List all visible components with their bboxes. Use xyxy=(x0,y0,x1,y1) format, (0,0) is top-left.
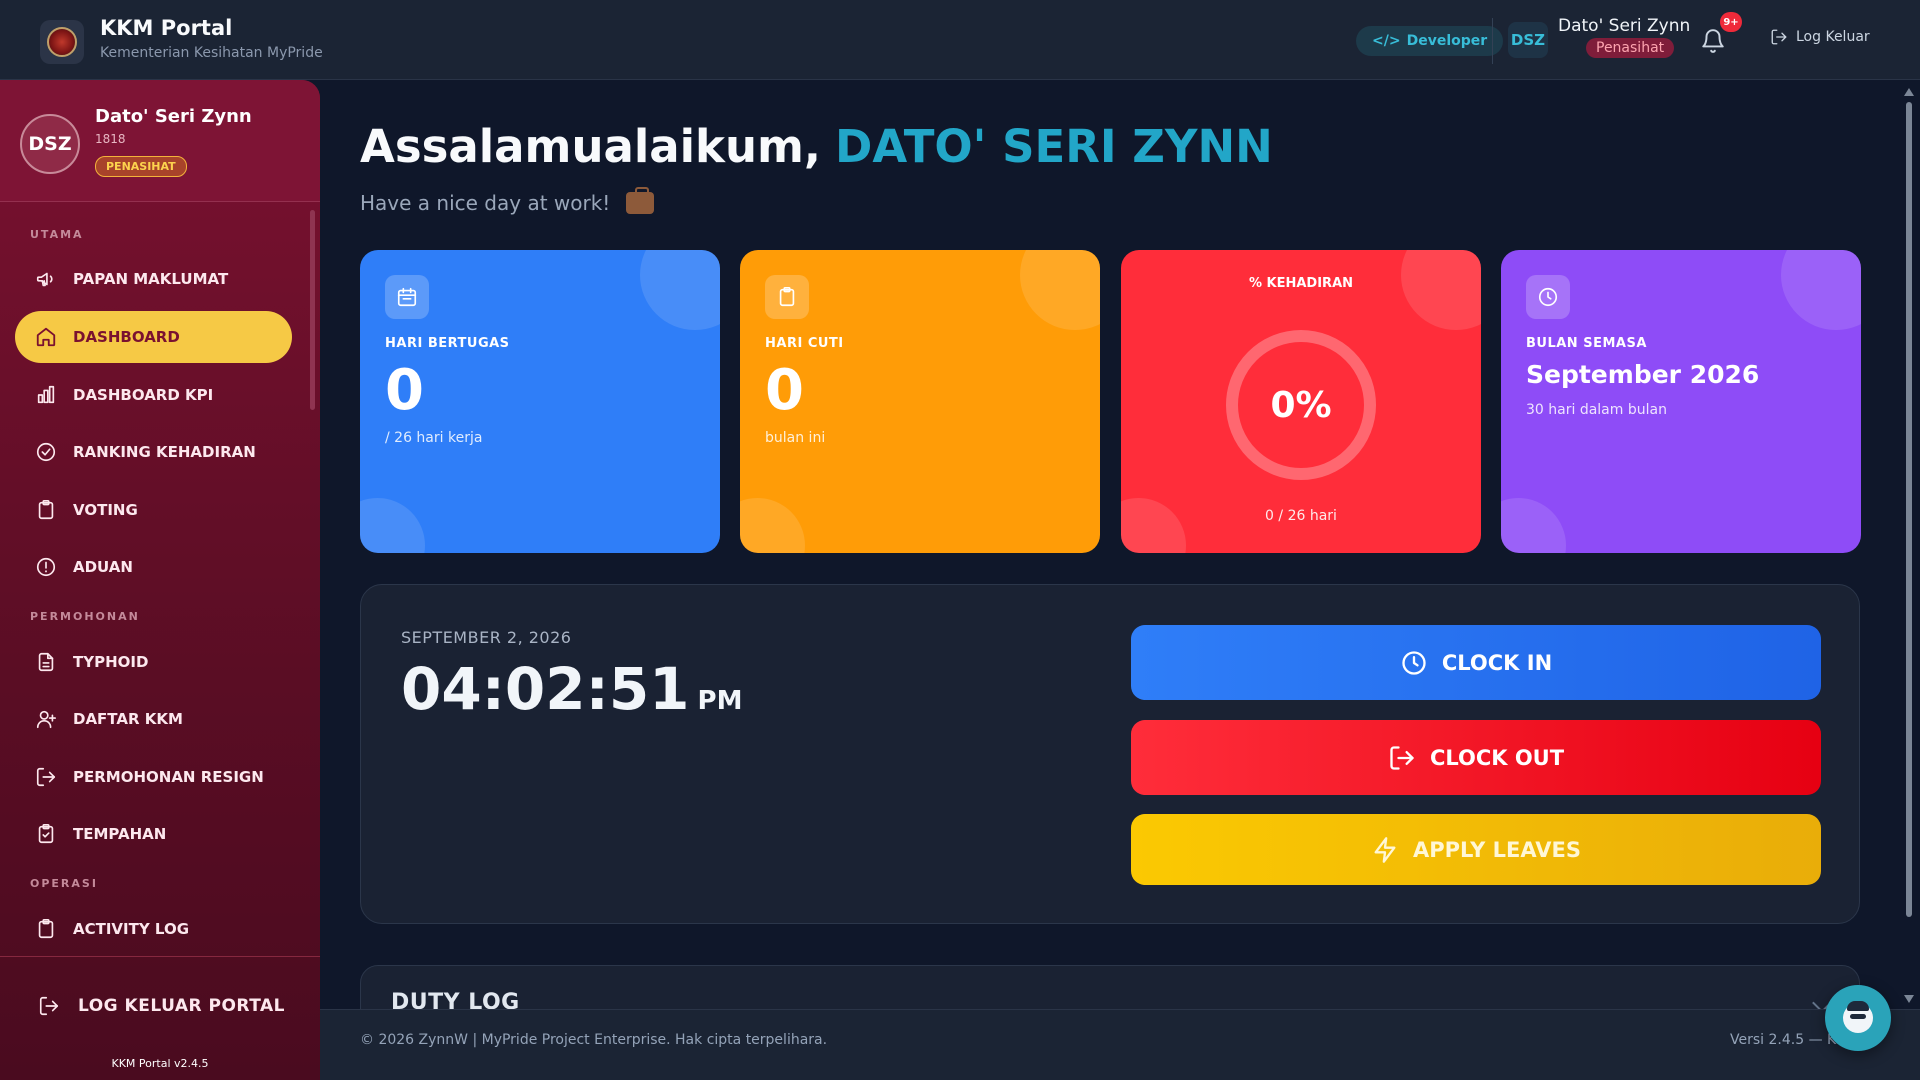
megaphone-icon xyxy=(36,272,53,287)
profile-avatar: DSZ xyxy=(20,114,80,174)
sidebar-item-dashboard-kpi[interactable]: DASHBOARD KPI xyxy=(15,369,292,421)
card-hari-cuti: HARI CUTI 0 bulan ini xyxy=(740,250,1100,553)
sidebar-item-voting[interactable]: VOTING xyxy=(15,484,292,536)
profile-role-badge: PENASIHAT xyxy=(95,156,187,177)
scroll-up-arrow[interactable] xyxy=(1904,88,1914,96)
sidebar-footer: LOG KELUAR PORTAL KKM Portal v2.4.5 xyxy=(0,956,320,1080)
card-value: 0 xyxy=(385,358,424,423)
sidebar-scrollbar[interactable] xyxy=(310,210,315,410)
card-note: 0 / 26 hari xyxy=(1265,508,1337,524)
card-note: 30 hari dalam bulan xyxy=(1526,402,1667,418)
section-label-utama: UTAMA xyxy=(30,228,84,241)
current-time: 04:02:51 PM xyxy=(401,655,743,723)
logout-button[interactable]: Log Keluar xyxy=(1770,28,1870,46)
greeting-name: DATO' SERI ZYNN xyxy=(835,120,1273,173)
app-title: KKM Portal xyxy=(100,16,233,40)
greeting-heading: Assalamualaikum, DATO' SERI ZYNN xyxy=(360,120,1273,173)
logout-icon xyxy=(1771,29,1787,45)
clipboard-icon xyxy=(38,919,54,939)
bell-icon[interactable] xyxy=(1700,28,1726,54)
briefcase-icon xyxy=(626,187,655,214)
profile-id: 1818 xyxy=(95,132,126,146)
greeting-subtitle: Have a nice day at work! xyxy=(360,187,655,215)
card-note: bulan ini xyxy=(765,430,826,446)
user-name: Dato' Seri Zynn xyxy=(1558,16,1691,36)
card-bulan-semasa: BULAN SEMASA September 2026 30 hari dala… xyxy=(1501,250,1861,553)
document-icon xyxy=(38,652,54,672)
clock-in-button[interactable]: CLOCK IN xyxy=(1131,625,1821,700)
sidebar-item-dashboard[interactable]: DASHBOARD xyxy=(15,311,292,363)
am-pm: PM xyxy=(697,686,743,716)
card-label: HARI BERTUGAS xyxy=(385,336,510,351)
check-circle-icon xyxy=(36,442,56,462)
card-kehadiran: % KEHADIRAN 0% 0 / 26 hari xyxy=(1121,250,1481,553)
bar-chart-icon xyxy=(37,385,55,404)
exit-icon xyxy=(36,767,56,787)
main-scrollbar[interactable] xyxy=(1904,88,1914,1003)
clock-out-button[interactable]: CLOCK OUT xyxy=(1131,720,1821,795)
sidebar-profile: DSZ Dato' Seri Zynn 1818 PENASIHAT xyxy=(0,80,320,202)
lightning-icon xyxy=(1374,836,1396,863)
alert-circle-icon xyxy=(36,557,56,577)
card-label: BULAN SEMASA xyxy=(1526,336,1647,351)
sidebar-item-daftar-kkm[interactable]: DAFTAR KKM xyxy=(15,693,292,745)
sidebar-version: KKM Portal v2.4.5 xyxy=(111,1057,209,1070)
current-date: SEPTEMBER 2, 2026 xyxy=(401,628,572,647)
calendar-icon xyxy=(385,275,429,319)
sidebar: DSZ Dato' Seri Zynn 1818 PENASIHAT UTAMA… xyxy=(0,80,320,1080)
assistant-avatar-icon xyxy=(1843,1001,1873,1033)
card-label: HARI CUTI xyxy=(765,336,844,351)
scroll-down-arrow[interactable] xyxy=(1904,995,1914,1003)
clipboard-icon xyxy=(765,275,809,319)
section-label-operasi: OPERASI xyxy=(30,877,98,890)
clock-panel: SEPTEMBER 2, 2026 04:02:51 PM CLOCK IN CL… xyxy=(360,584,1860,924)
exit-icon xyxy=(39,996,59,1016)
top-bar: KKM Portal Kementerian Kesihatan MyPride… xyxy=(0,0,1920,80)
scroll-thumb[interactable] xyxy=(1906,102,1912,917)
logout-icon xyxy=(1390,745,1414,770)
profile-name: Dato' Seri Zynn xyxy=(95,106,252,127)
card-label: % KEHADIRAN xyxy=(1248,276,1354,291)
card-note: / 26 hari kerja xyxy=(385,430,483,446)
section-label-permohonan: PERMOHONAN xyxy=(30,610,140,623)
clipboard-check-icon xyxy=(38,824,54,844)
notification-badge: 9+ xyxy=(1720,12,1742,32)
clock-icon xyxy=(1526,275,1570,319)
page-footer: © 2026 ZynnW | MyPride Project Enterpris… xyxy=(320,1009,1920,1080)
divider xyxy=(1492,18,1493,64)
clipboard-icon xyxy=(38,500,54,520)
app-subtitle: Kementerian Kesihatan MyPride xyxy=(100,45,323,61)
sidebar-item-tempahan[interactable]: TEMPAHAN xyxy=(15,808,292,860)
clock-icon xyxy=(1402,650,1426,675)
code-icon: </> xyxy=(1372,33,1401,49)
copyright-text: © 2026 ZynnW | MyPride Project Enterpris… xyxy=(360,1032,828,1048)
apply-leaves-button[interactable]: APPLY LEAVES xyxy=(1131,814,1821,885)
sidebar-item-activity-log[interactable]: ACTIVITY LOG xyxy=(15,903,292,955)
home-icon xyxy=(36,327,56,347)
attendance-ring: 0% xyxy=(1226,330,1376,480)
user-plus-icon xyxy=(36,710,56,729)
logout-portal-button[interactable]: LOG KELUAR PORTAL xyxy=(38,995,285,1017)
avatar[interactable]: DSZ xyxy=(1508,22,1548,58)
card-value: September 2026 xyxy=(1526,360,1760,389)
sidebar-item-ranking-kehadiran[interactable]: RANKING KEHADIRAN xyxy=(15,426,292,478)
card-hari-bertugas: HARI BERTUGAS 0 / 26 hari kerja xyxy=(360,250,720,553)
sidebar-item-papan-maklumat[interactable]: PAPAN MAKLUMAT xyxy=(15,253,292,305)
portal-logo[interactable] xyxy=(40,20,84,64)
sidebar-item-permohonan-resign[interactable]: PERMOHONAN RESIGN xyxy=(15,751,292,803)
developer-button[interactable]: </> Developer xyxy=(1356,26,1504,56)
sidebar-item-typhoid[interactable]: TYPHOID xyxy=(15,636,292,688)
chat-assistant-button[interactable] xyxy=(1825,985,1891,1051)
role-badge: Penasihat xyxy=(1586,38,1675,58)
card-value: 0 xyxy=(765,358,804,423)
sidebar-item-aduan[interactable]: ADUAN xyxy=(15,541,292,593)
